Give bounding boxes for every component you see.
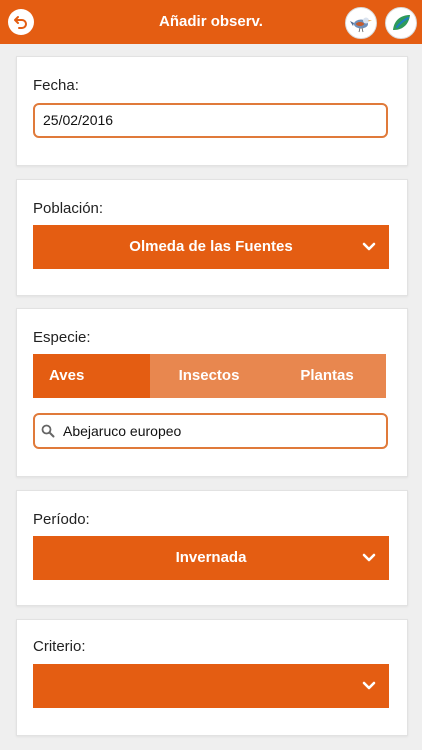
poblacion-selected-value: Olmeda de las Fuentes [129, 238, 293, 255]
leaf-button[interactable] [385, 7, 417, 39]
fecha-input[interactable]: 25/02/2016 [33, 103, 388, 138]
periodo-selected-value: Invernada [175, 549, 247, 566]
especie-label: Especie: [33, 329, 91, 346]
fecha-label: Fecha: [33, 77, 79, 94]
criterio-card: Criterio: [16, 619, 408, 736]
periodo-card: Período: Invernada [16, 490, 408, 606]
top-bar: Añadir observ. [0, 0, 422, 44]
tab-insectos[interactable]: Insectos [150, 354, 268, 398]
poblacion-select[interactable]: Olmeda de las Fuentes [33, 225, 389, 269]
chevron-down-icon [362, 242, 376, 251]
bird-icon [350, 17, 372, 33]
poblacion-label: Población: [33, 200, 104, 217]
leaf-icon [393, 15, 410, 30]
chevron-down-icon [362, 681, 376, 690]
periodo-select[interactable]: Invernada [33, 536, 389, 580]
species-search-value: Abejaruco europeo [63, 423, 182, 439]
search-icon [41, 424, 55, 438]
criterio-select[interactable] [33, 664, 389, 708]
poblacion-card: Población: Olmeda de las Fuentes [16, 179, 408, 296]
fecha-card: Fecha: 25/02/2016 [16, 56, 408, 166]
periodo-label: Período: [33, 511, 90, 528]
tab-plantas[interactable]: Plantas [268, 354, 386, 398]
criterio-label: Criterio: [33, 638, 86, 655]
bird-button[interactable] [345, 7, 377, 39]
tab-aves[interactable]: Aves [33, 354, 150, 398]
species-search-input[interactable]: Abejaruco europeo [33, 413, 388, 449]
especie-card: Especie: Aves Insectos Plantas Abejaruco… [16, 308, 408, 477]
chevron-down-icon [362, 553, 376, 562]
especie-tabs: Aves Insectos Plantas [33, 354, 386, 398]
